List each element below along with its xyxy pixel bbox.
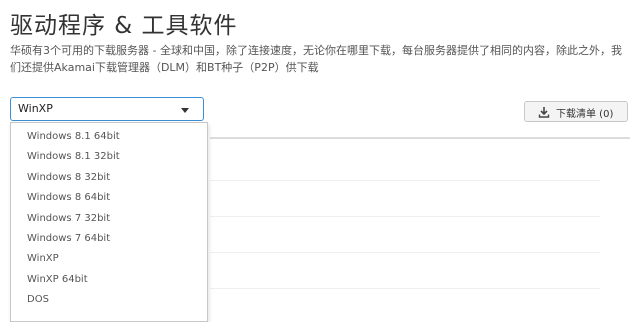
download-list-label: 下载清单 (0)	[556, 109, 614, 120]
os-dropdown-list: Windows 8.1 64bit Windows 8.1 32bit Wind…	[10, 122, 208, 322]
page-description: 华硕有3个可用的下载服务器 - 全球和中国，除了连接速度，无论你在哪里下载，每台…	[10, 44, 622, 74]
os-option[interactable]: WinXP	[11, 249, 207, 269]
download-list-button[interactable]: 下载清单 (0)	[524, 101, 628, 122]
os-option[interactable]: DOS	[11, 290, 207, 310]
os-option[interactable]: Windows 8 64bit	[11, 188, 207, 208]
row-divider	[210, 288, 600, 289]
os-option[interactable]: Windows 8.1 64bit	[11, 127, 207, 147]
os-option[interactable]: Windows 8 32bit	[11, 168, 207, 188]
os-option[interactable]: Windows 7 64bit	[11, 229, 207, 249]
os-select[interactable]: WinXP	[10, 97, 204, 121]
os-select-value: WinXP	[18, 102, 53, 115]
list-header-divider	[210, 137, 630, 139]
page-title: 驱动程序 & 工具软件	[10, 13, 238, 39]
os-option[interactable]: Windows 8.1 32bit	[11, 147, 207, 167]
download-icon	[538, 107, 550, 118]
row-divider	[210, 180, 600, 181]
caret-down-icon	[181, 108, 189, 113]
row-divider	[210, 216, 600, 217]
row-divider	[210, 252, 600, 253]
os-option[interactable]: Windows 7 32bit	[11, 209, 207, 229]
os-option[interactable]: WinXP 64bit	[11, 270, 207, 290]
